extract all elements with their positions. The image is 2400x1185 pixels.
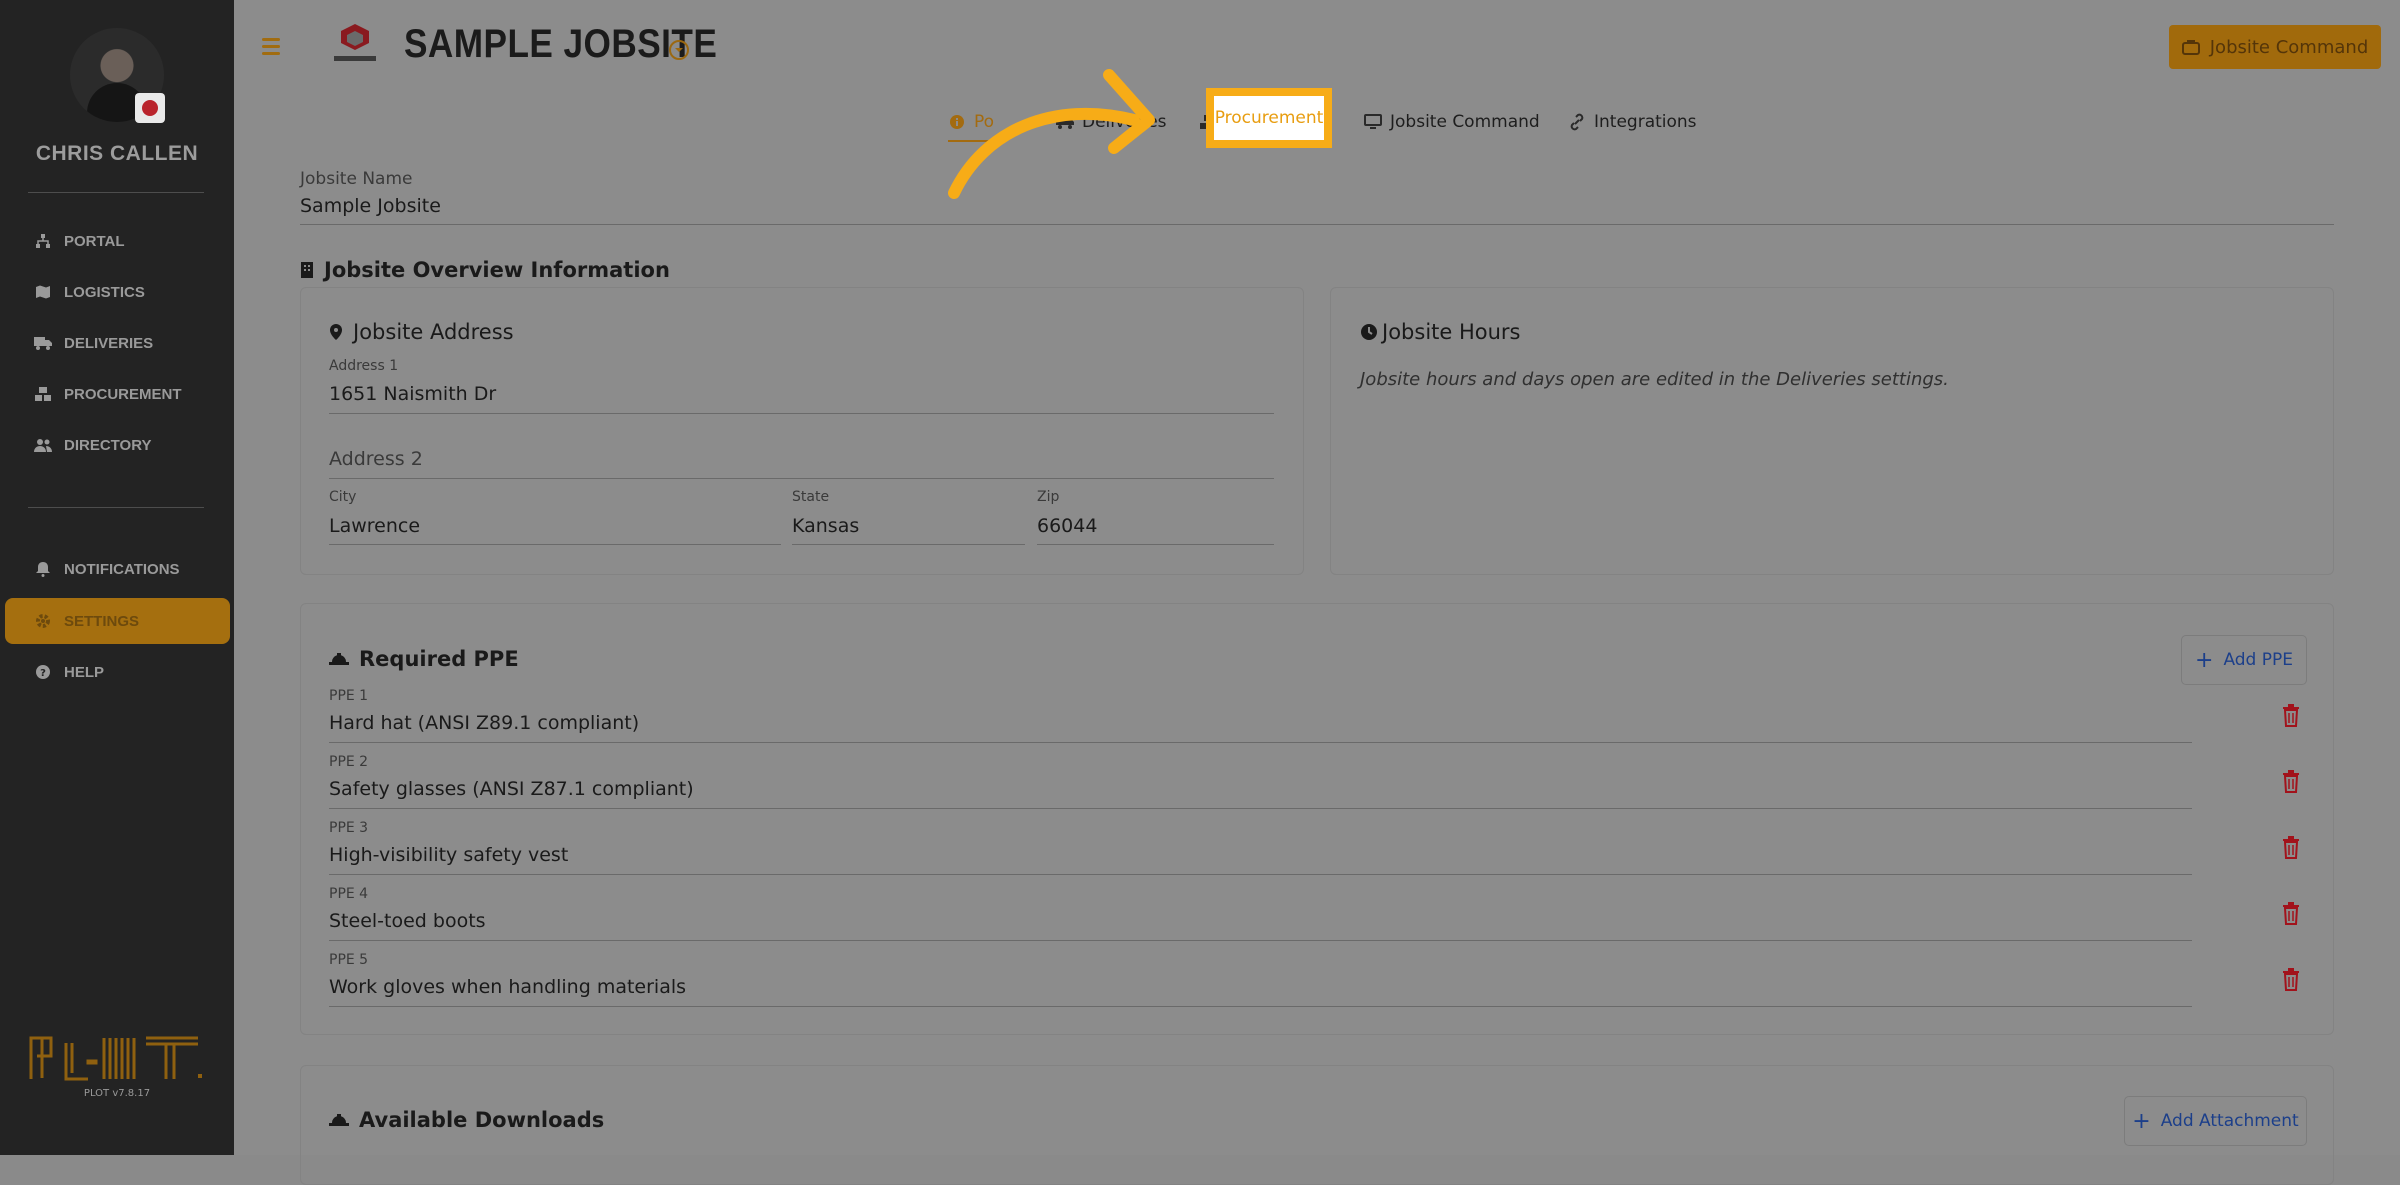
sidebar-item-procurement[interactable]: PROCUREMENT [5,371,230,417]
address1-underline [329,413,1274,414]
clock-icon [1361,324,1377,340]
company-badge-icon [135,93,165,123]
plus-icon: + [2195,647,2214,673]
ppe-underline [329,808,2192,809]
sidebar-item-label: DELIVERIES [64,334,154,352]
ppe-label: PPE 4 [329,886,369,902]
hard-hat-icon [329,1114,349,1126]
sidebar-item-help[interactable]: ? HELP [5,649,230,695]
plot-logo-icon [29,1036,202,1081]
company-logo-icon [334,24,376,61]
plus-icon: + [2132,1108,2151,1134]
sidebar-item-label: DIRECTORY [64,436,152,454]
zip-input[interactable]: 66044 [1037,515,1097,537]
bell-icon [34,560,52,578]
downloads-card [300,1065,2334,1185]
ppe-input[interactable]: Work gloves when handling materials [329,976,686,998]
svg-text:?: ? [40,668,46,679]
ppe-underline [329,1006,2192,1007]
zip-underline [1037,544,1274,545]
ppe-card [300,603,2334,1035]
ppe-underline [329,874,2192,875]
user-name: CHRIS CALLEN [35,142,199,165]
ppe-label: PPE 3 [329,820,369,836]
state-underline [792,544,1025,545]
jobsite-command-button[interactable]: Jobsite Command [2169,25,2381,69]
sidebar-item-label: SETTINGS [64,612,140,630]
sidebar-divider [28,507,204,508]
boxes-icon [34,385,52,403]
gear-icon [34,612,52,630]
address2-input[interactable]: Address 2 [329,448,423,470]
link-icon [1568,113,1586,131]
ppe-underline [329,940,2192,941]
hard-hat-icon [329,653,349,665]
state-select[interactable]: Kansas [792,515,859,537]
trash-icon[interactable] [2281,769,2301,793]
ppe-underline [329,742,2192,743]
sidebar: CHRIS CALLEN PORTAL LOGISTICS DELIVERIES… [0,0,234,1155]
ppe-input[interactable]: Hard hat (ANSI Z89.1 compliant) [329,712,639,734]
ppe-input[interactable]: Safety glasses (ANSI Z87.1 compliant) [329,778,694,800]
sidebar-item-deliveries[interactable]: DELIVERIES [5,320,230,366]
sidebar-item-label: NOTIFICATIONS [64,560,180,578]
sidebar-item-notifications[interactable]: NOTIFICATIONS [5,546,230,592]
overview-title: Jobsite Overview Information [300,258,670,282]
sidebar-item-portal[interactable]: PORTAL [5,218,230,264]
main-content: SAMPLE JOBSITE Jobsite Command Po Delive… [234,0,2400,1185]
trash-icon[interactable] [2281,703,2301,727]
address-card-title: Jobsite Address [329,320,514,344]
users-icon [34,436,52,454]
city-input[interactable]: Lawrence [329,515,420,537]
ppe-label: PPE 5 [329,952,369,968]
add-attachment-button[interactable]: + Add Attachment [2124,1096,2307,1146]
zip-label: Zip [1037,489,1060,505]
sidebar-item-label: HELP [64,663,105,681]
ppe-label: PPE 1 [329,688,369,704]
add-ppe-button[interactable]: + Add PPE [2181,635,2307,685]
ppe-input[interactable]: Steel-toed boots [329,910,486,932]
app-version: PLOT v7.8.17 [83,1088,151,1099]
monitor-icon [1364,113,1382,131]
sidebar-item-label: PROCUREMENT [64,385,182,403]
trash-icon[interactable] [2281,835,2301,859]
tab-procurement-highlight[interactable]: Procurement [1206,88,1332,148]
sidebar-item-directory[interactable]: DIRECTORY [5,422,230,468]
truck-icon [34,334,52,352]
address2-underline [329,478,1274,479]
ppe-title: Required PPE [329,647,519,671]
city-underline [329,544,781,545]
briefcase-icon [2181,40,2200,55]
sitemap-icon [34,232,52,250]
address1-input[interactable]: 1651 Naismith Dr [329,383,496,405]
map-icon [34,283,52,301]
map-pin-icon [330,324,342,340]
chevron-down-icon[interactable] [669,40,689,60]
sidebar-item-logistics[interactable]: LOGISTICS [5,269,230,315]
sidebar-item-label: PORTAL [64,232,125,250]
sidebar-item-label: LOGISTICS [64,283,145,301]
jobsite-name-input[interactable]: Sample Jobsite [300,195,441,217]
sidebar-divider [28,192,204,193]
downloads-title: Available Downloads [329,1108,604,1132]
jobsite-name-label: Jobsite Name [300,169,413,189]
trash-icon[interactable] [2281,901,2301,925]
tab-integrations[interactable]: Integrations [1568,104,1697,140]
ppe-input[interactable]: High-visibility safety vest [329,844,568,866]
jobsite-name-underline [300,224,2334,225]
address1-label: Address 1 [329,358,399,374]
tab-jobsite-command[interactable]: Jobsite Command [1364,104,1540,140]
ppe-label: PPE 2 [329,754,369,770]
trash-icon[interactable] [2281,967,2301,991]
menu-toggle-icon[interactable] [262,38,280,59]
hours-note: Jobsite hours and days open are edited i… [1360,369,1949,390]
hours-card-title: Jobsite Hours [1360,320,1521,344]
sidebar-item-settings[interactable]: SETTINGS [5,598,230,644]
tutorial-arrow-icon [948,69,1155,199]
state-label: State [792,489,830,505]
question-icon: ? [34,663,52,681]
city-label: City [329,489,357,505]
building-icon [301,262,313,278]
